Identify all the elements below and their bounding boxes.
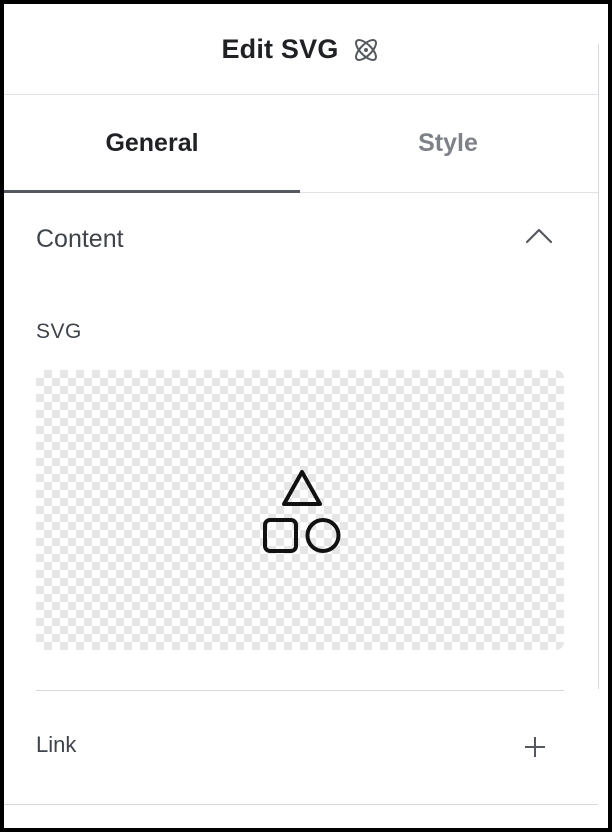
- tab-style-label: Style: [418, 129, 478, 157]
- panel-title: Edit SVG: [221, 33, 339, 64]
- link-field-row[interactable]: Link: [4, 704, 598, 784]
- panel-header: Edit SVG: [4, 4, 598, 95]
- tab-general[interactable]: General: [4, 95, 300, 192]
- svg-field-label: SVG: [36, 320, 82, 343]
- edge-line: [598, 44, 599, 689]
- shapes-icon: [260, 466, 344, 556]
- panel-edge: [598, 4, 608, 828]
- plus-icon[interactable]: [522, 734, 548, 760]
- svg-preview[interactable]: [36, 370, 564, 650]
- edit-svg-panel: Edit SVG General Style Content SVG Link: [4, 4, 598, 828]
- tab-general-label: General: [105, 129, 199, 157]
- section-title: Content: [36, 225, 124, 253]
- content-section-toggle[interactable]: Content: [4, 193, 598, 283]
- chevron-up-icon[interactable]: [524, 226, 554, 246]
- bottom-divider: [4, 804, 598, 805]
- tab-style[interactable]: Style: [300, 95, 596, 192]
- link-field-label: Link: [36, 732, 77, 757]
- tab-bar: General Style: [4, 95, 598, 193]
- atom-icon: [351, 35, 381, 65]
- section-divider: [36, 690, 564, 691]
